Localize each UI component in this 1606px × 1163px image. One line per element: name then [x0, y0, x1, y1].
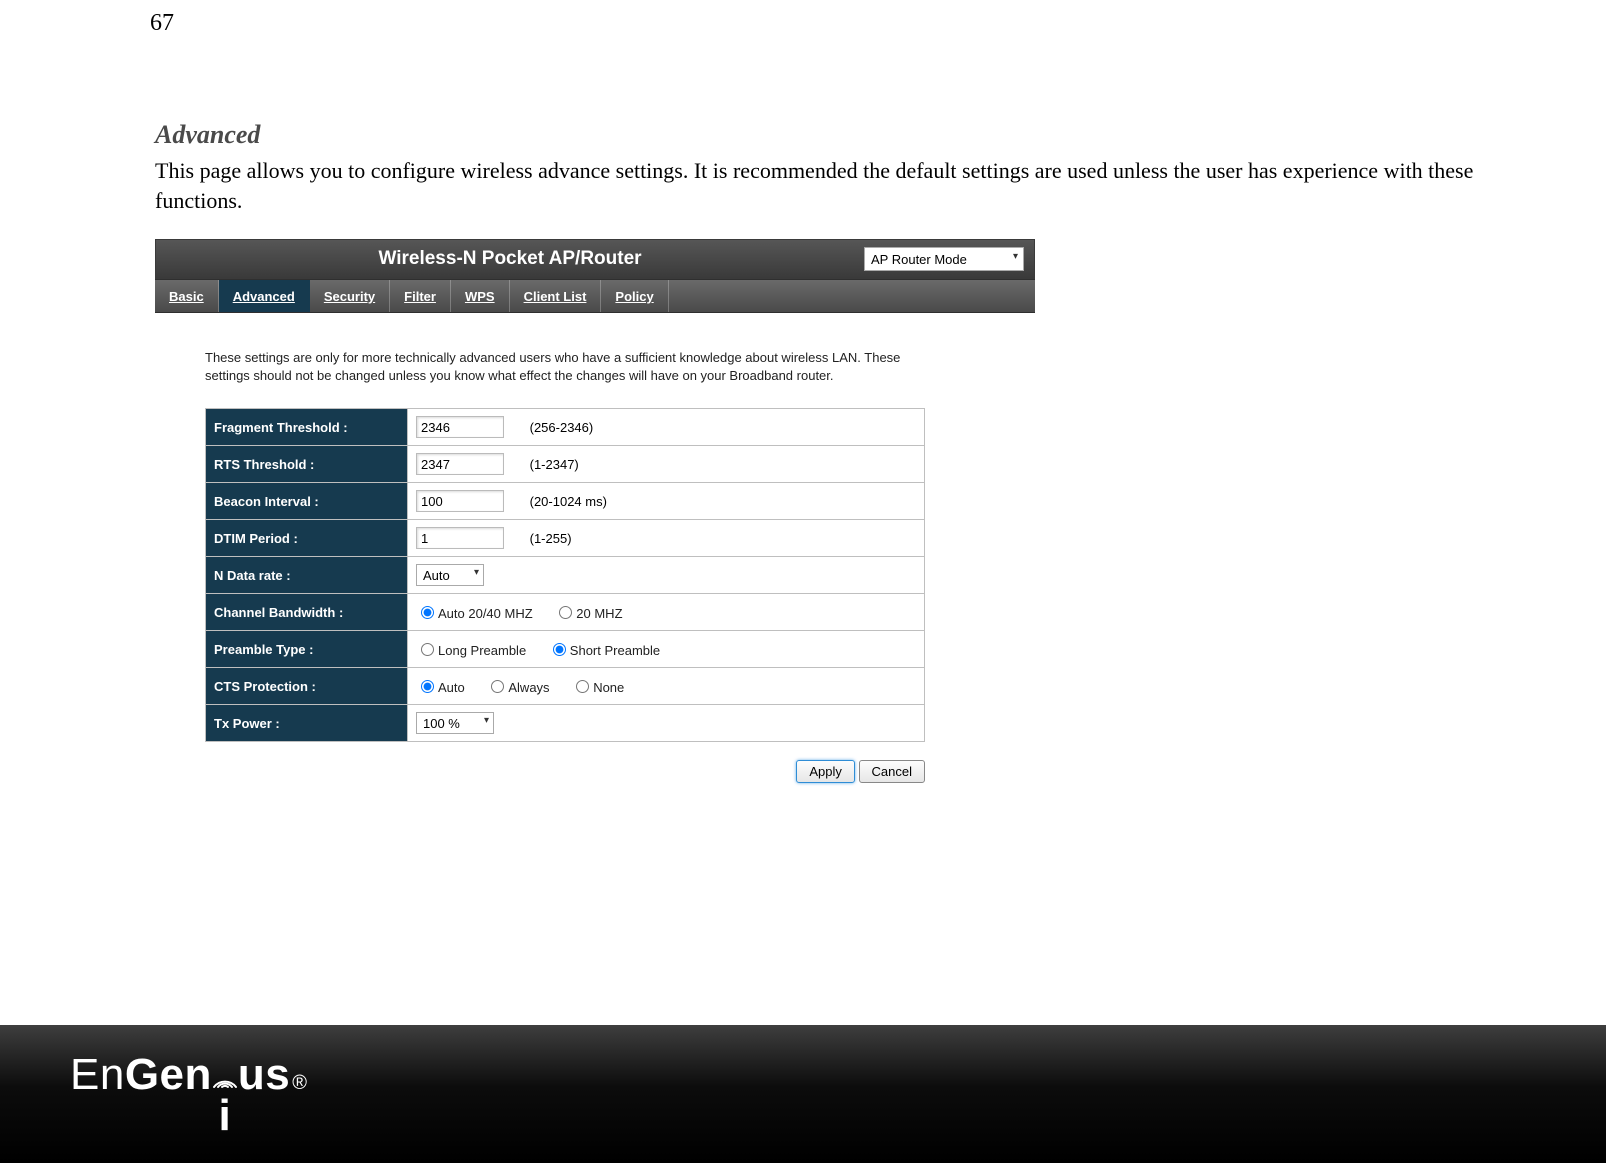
label-dtim-period: DTIM Period : — [206, 520, 408, 557]
label-rts-threshold: RTS Threshold : — [206, 446, 408, 483]
label-preamble-type: Preamble Type : — [206, 631, 408, 668]
radio-cts-always[interactable]: Always — [486, 680, 549, 695]
radio-preamble-short[interactable]: Short Preamble — [548, 643, 660, 658]
logo-part-us: us — [238, 1050, 290, 1100]
wifi-icon — [212, 1074, 238, 1092]
label-cts-protection: CTS Protection : — [206, 668, 408, 705]
tab-security[interactable]: Security — [310, 280, 390, 312]
logo-part-en: En — [70, 1050, 125, 1100]
tab-policy[interactable]: Policy — [601, 280, 668, 312]
logo-i-stack: i — [212, 1074, 238, 1138]
label-fragment-threshold: Fragment Threshold : — [206, 409, 408, 446]
radio-chanbw-20[interactable]: 20 MHZ — [554, 606, 622, 621]
hint-fragment-threshold: (256-2346) — [530, 420, 594, 435]
select-tx-power[interactable]: 100 % — [416, 712, 494, 734]
router-admin-screenshot: Wireless-N Pocket AP/Router AP Router Mo… — [155, 239, 1035, 803]
page-number: 67 — [150, 10, 174, 37]
tab-advanced[interactable]: Advanced — [219, 280, 310, 312]
label-tx-power: Tx Power : — [206, 705, 408, 742]
panel-intro-text: These settings are only for more technic… — [205, 349, 925, 384]
input-dtim-period[interactable] — [416, 527, 504, 549]
engenius-logo: EnGen ius® — [70, 1050, 308, 1138]
logo-part-i: i — [219, 1094, 232, 1138]
hint-rts-threshold: (1-2347) — [530, 457, 579, 472]
radio-chanbw-auto[interactable]: Auto 20/40 MHZ — [416, 606, 533, 621]
section-heading-advanced: Advanced — [155, 120, 1475, 150]
input-beacon-interval[interactable] — [416, 490, 504, 512]
titlebar-title: Wireless-N Pocket AP/Router — [156, 248, 864, 270]
tab-wps[interactable]: WPS — [451, 280, 510, 312]
hint-beacon-interval: (20-1024 ms) — [530, 494, 607, 509]
tab-client-list[interactable]: Client List — [510, 280, 602, 312]
radio-preamble-long[interactable]: Long Preamble — [416, 643, 526, 658]
footer-bar: EnGen ius® — [0, 1025, 1606, 1163]
radio-cts-auto[interactable]: Auto — [416, 680, 465, 695]
tab-basic[interactable]: Basic — [155, 280, 219, 312]
mode-select[interactable]: AP Router Mode — [864, 247, 1024, 271]
section-paragraph: This page allows you to configure wirele… — [155, 156, 1475, 215]
apply-button[interactable]: Apply — [796, 760, 855, 783]
input-rts-threshold[interactable] — [416, 453, 504, 475]
label-n-data-rate: N Data rate : — [206, 557, 408, 594]
label-beacon-interval: Beacon Interval : — [206, 483, 408, 520]
titlebar: Wireless-N Pocket AP/Router AP Router Mo… — [155, 239, 1035, 279]
settings-table: Fragment Threshold : (256-2346) RTS Thre… — [205, 408, 925, 742]
logo-part-gen: Gen — [125, 1050, 212, 1100]
tab-filter[interactable]: Filter — [390, 280, 451, 312]
radio-cts-none[interactable]: None — [571, 680, 624, 695]
label-channel-bandwidth: Channel Bandwidth : — [206, 594, 408, 631]
logo-reg-mark: ® — [292, 1072, 307, 1095]
cancel-button[interactable]: Cancel — [859, 760, 925, 783]
input-fragment-threshold[interactable] — [416, 416, 504, 438]
select-n-data-rate[interactable]: Auto — [416, 564, 484, 586]
tab-nav: Basic Advanced Security Filter WPS Clien… — [155, 279, 1035, 313]
hint-dtim-period: (1-255) — [530, 531, 572, 546]
